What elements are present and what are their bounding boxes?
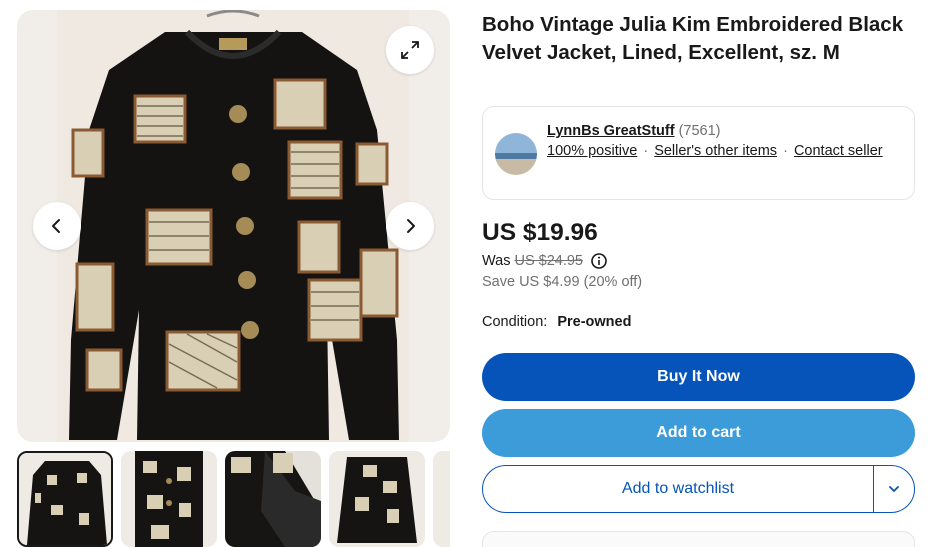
add-to-cart-button[interactable]: Add to cart <box>482 409 915 457</box>
was-label: Was <box>482 253 511 269</box>
condition-row: Condition: Pre-owned <box>482 314 631 330</box>
buy-it-now-button[interactable]: Buy It Now <box>482 353 915 401</box>
chevron-left-icon <box>52 219 60 233</box>
was-price-line: Was US $24.95 <box>482 253 607 269</box>
thumbnail-strip <box>17 451 450 547</box>
add-to-watchlist-button[interactable]: Add to watchlist <box>483 466 873 512</box>
shipping-info-card <box>482 531 915 547</box>
watchlist-dropdown-button[interactable] <box>874 466 914 512</box>
seller-info: LynnBs GreatStuff (7561) 100% positive ·… <box>547 121 897 161</box>
thumbnail-4[interactable] <box>329 451 425 547</box>
expand-icon <box>401 41 419 59</box>
info-icon[interactable] <box>591 253 607 269</box>
avatar[interactable] <box>495 133 537 175</box>
thumbnail-5[interactable] <box>433 451 450 547</box>
was-price: US $24.95 <box>514 253 583 269</box>
thumbnail-1[interactable] <box>17 451 113 547</box>
current-price: US $19.96 <box>482 219 598 246</box>
thumbnail-3[interactable] <box>225 451 321 547</box>
main-product-image[interactable] <box>57 10 409 442</box>
condition-value: Pre-owned <box>557 314 632 330</box>
seller-card: LynnBs GreatStuff (7561) 100% positive ·… <box>482 106 915 200</box>
separator: · <box>643 143 649 159</box>
previous-image-button[interactable] <box>33 202 81 250</box>
next-image-button[interactable] <box>386 202 434 250</box>
separator: · <box>783 143 788 159</box>
seller-other-items-link[interactable]: Seller's other items <box>654 143 777 159</box>
main-image-viewer[interactable] <box>17 10 450 442</box>
expand-image-button[interactable] <box>386 26 434 74</box>
watchlist-button-group: Add to watchlist <box>482 465 915 513</box>
seller-positive-link[interactable]: 100% positive <box>547 143 637 159</box>
thumbnail-2[interactable] <box>121 451 217 547</box>
chevron-right-icon <box>407 219 415 233</box>
seller-name-link[interactable]: LynnBs GreatStuff <box>547 123 675 139</box>
listing-title: Boho Vintage Julia Kim Embroidered Black… <box>482 13 904 64</box>
chevron-down-icon <box>889 486 899 492</box>
seller-feedback-count: (7561) <box>678 123 721 139</box>
contact-seller-link[interactable]: Contact seller <box>794 143 883 159</box>
condition-label: Condition: <box>482 314 548 330</box>
savings-text: Save US $4.99 (20% off) <box>482 274 643 290</box>
